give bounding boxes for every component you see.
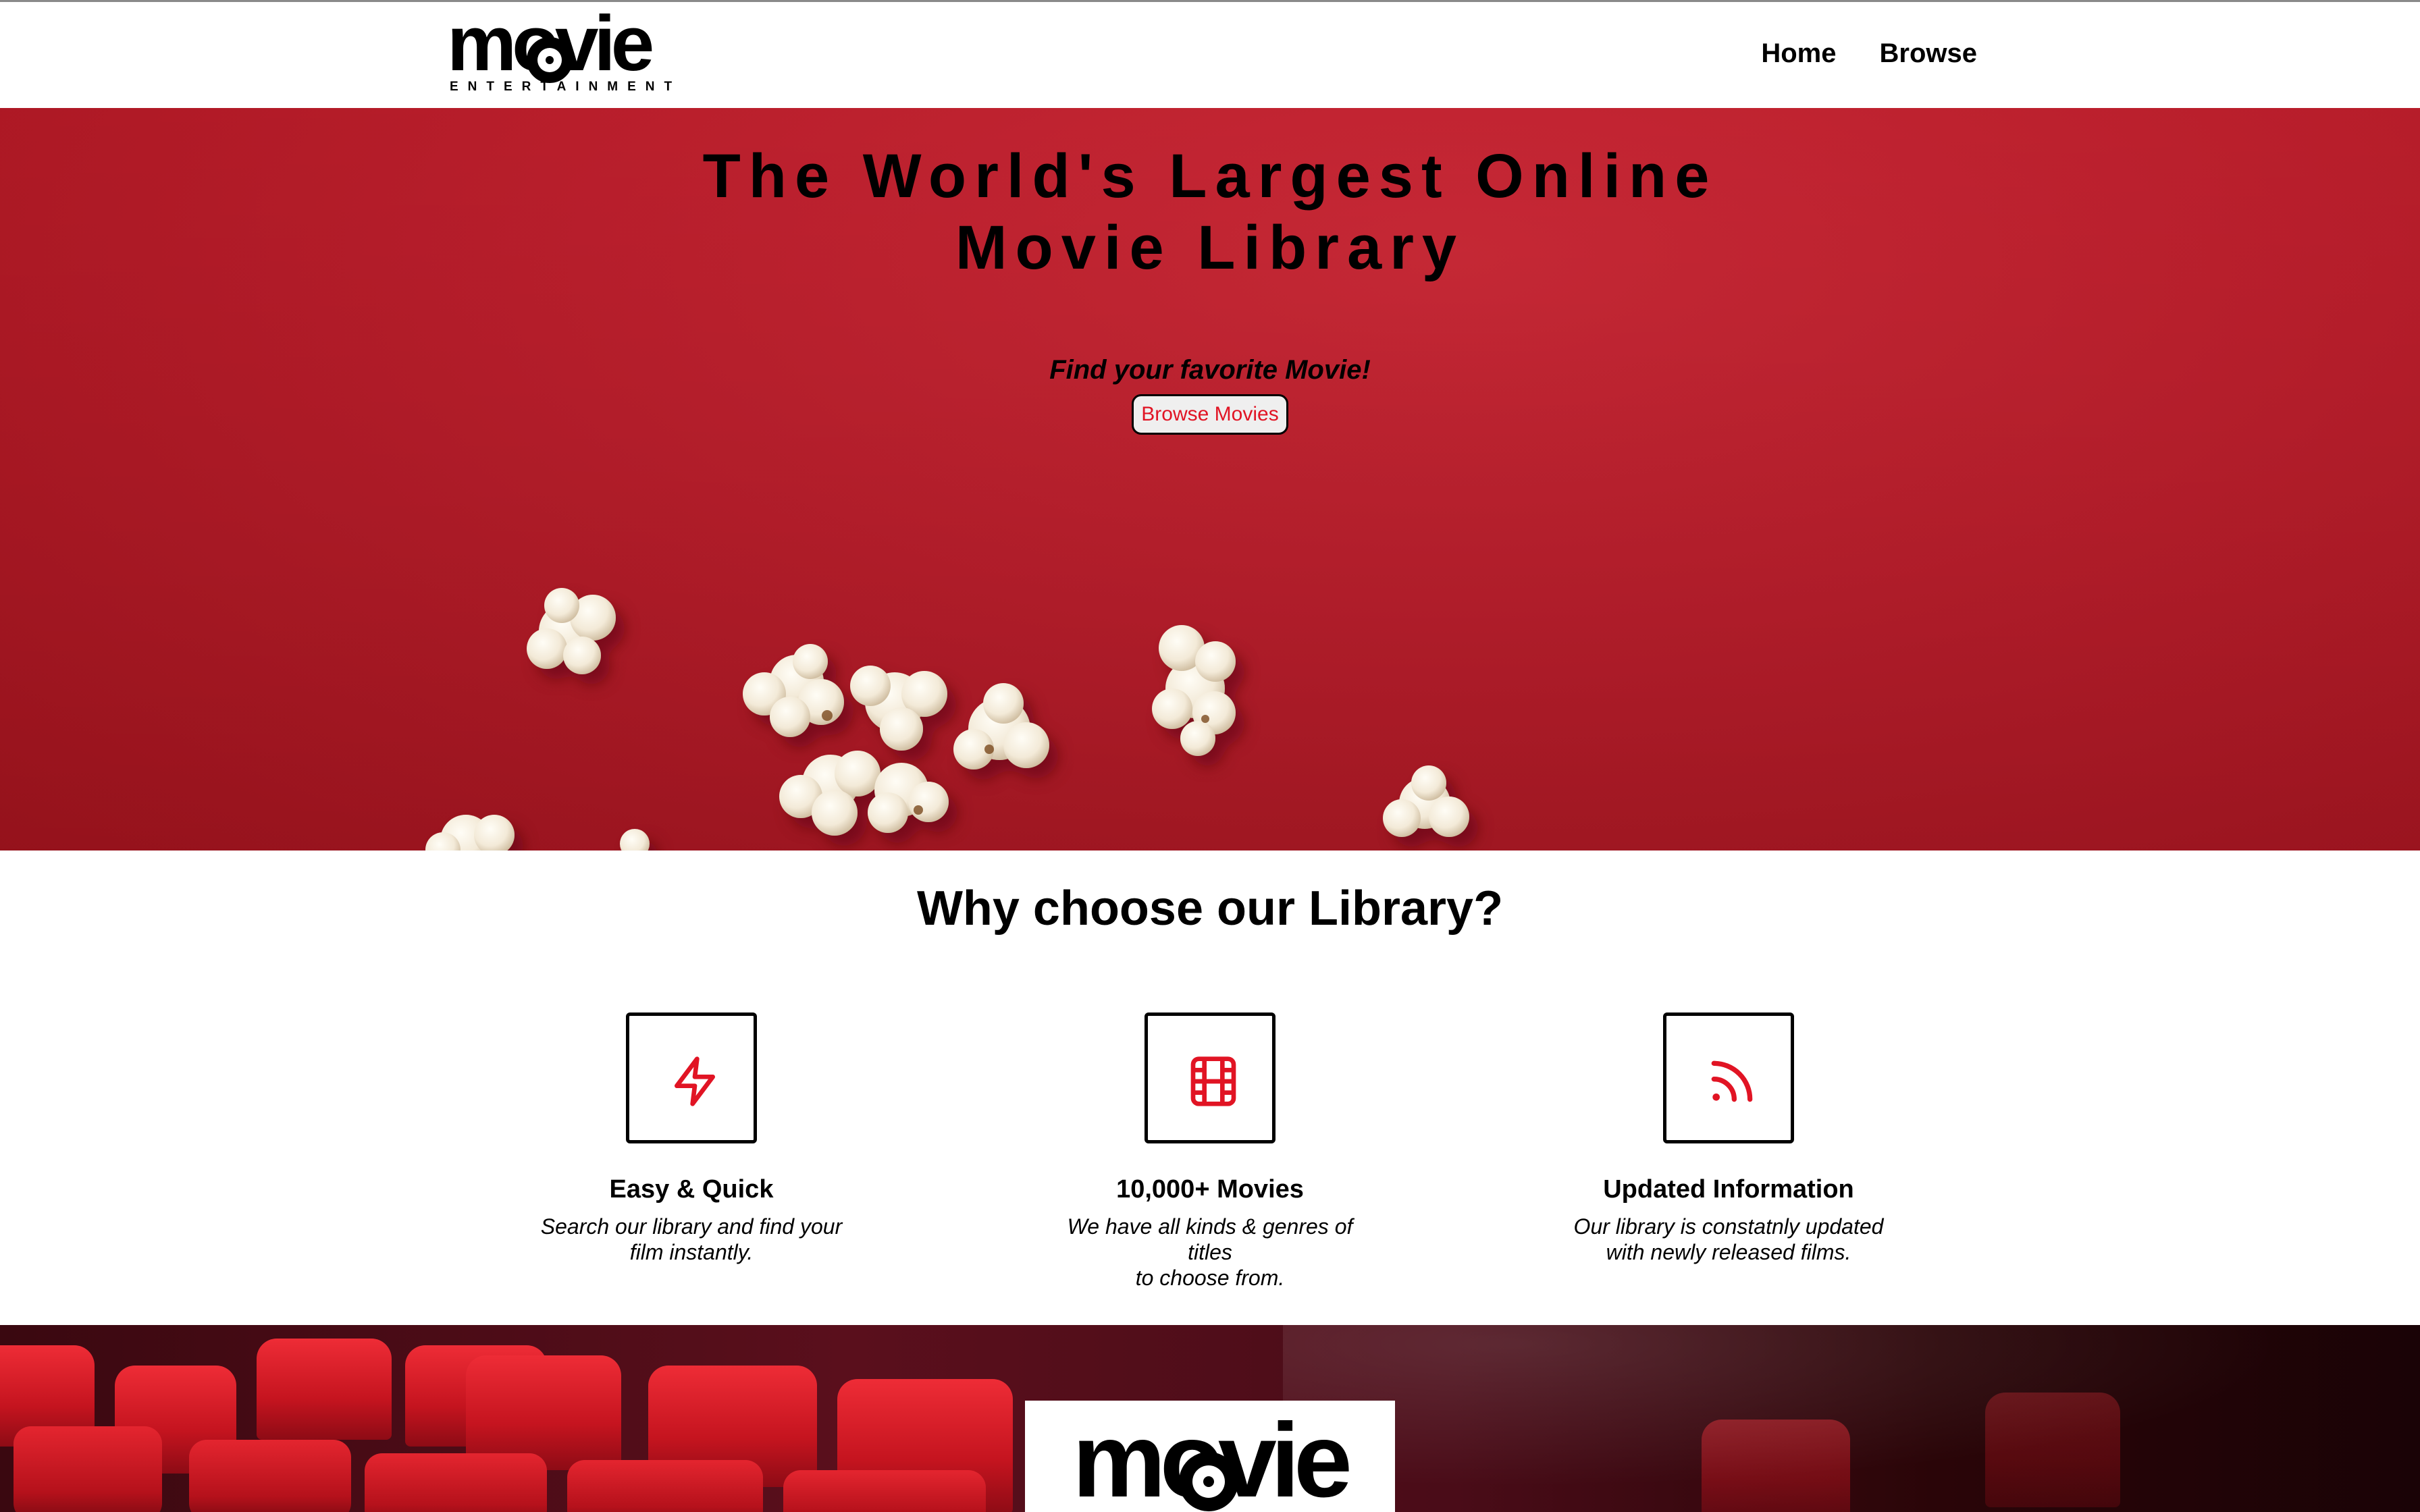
feature-description-line-1: Our library is constatnly updated: [1573, 1214, 1884, 1239]
page: movie ENTERTAINMENT Home Browse: [0, 0, 2420, 1512]
feature-easy-quick: Easy & Quick Search our library and find…: [516, 1013, 867, 1265]
hero-section: The World's Largest Online Movie Library…: [0, 108, 2420, 850]
feature-movies-count: 10,000+ Movies We have all kinds & genre…: [1034, 1013, 1386, 1291]
feature-title: 10,000+ Movies: [1116, 1175, 1304, 1204]
logo-tagline: ENTERTAINMENT: [450, 80, 682, 94]
banner-glow: [1283, 1325, 2420, 1512]
feature-icon-box: [1145, 1013, 1275, 1143]
feature-description-line-2: to choose from.: [1135, 1266, 1285, 1290]
feature-description: Our library is constatnly updated with n…: [1567, 1214, 1891, 1265]
hero-title: The World's Largest Online Movie Library: [0, 140, 2420, 284]
hero-tagline: Find your favorite Movie!: [1049, 355, 1371, 385]
footer-logo[interactable]: movie ENTERTAINMENT: [1072, 1408, 1386, 1512]
footer-logo-card: movie ENTERTAINMENT: [1025, 1401, 1395, 1512]
feature-updated-info: Updated Information Our library is const…: [1553, 1013, 1904, 1265]
features-section: Why choose our Library? Easy & Quick Sea…: [0, 850, 2420, 1325]
rss-icon: [1711, 1060, 1753, 1102]
feature-title: Easy & Quick: [609, 1175, 774, 1204]
nav-link-home[interactable]: Home: [1761, 37, 1836, 70]
feature-title: Updated Information: [1603, 1175, 1854, 1204]
site-logo[interactable]: movie ENTERTAINMENT: [447, 4, 682, 94]
feature-description-line-2: with newly released films.: [1606, 1240, 1851, 1264]
feature-description: Search our library and find your film in…: [529, 1214, 853, 1265]
feature-description-line-1: We have all kinds & genres of titles: [1067, 1214, 1353, 1264]
feature-icon-box: [626, 1013, 757, 1143]
hero-title-line-2: Movie Library: [955, 213, 1465, 282]
feature-description-line-1: Search our library and find your: [540, 1214, 843, 1239]
film-icon: [1190, 1056, 1236, 1106]
navbar: movie ENTERTAINMENT Home Browse: [0, 2, 2420, 108]
nav-link-browse[interactable]: Browse: [1880, 37, 1978, 70]
film-reel-icon: [1179, 1452, 1238, 1511]
feature-description-line-2: film instantly.: [629, 1240, 754, 1264]
film-reel-icon: [527, 37, 573, 83]
feature-description: We have all kinds & genres of titles to …: [1048, 1214, 1372, 1291]
hero-title-line-1: The World's Largest Online: [702, 142, 1718, 211]
cinema-banner: movie ENTERTAINMENT: [0, 1325, 2420, 1512]
lightning-icon: [675, 1056, 715, 1106]
features-title: Why choose our Library?: [916, 882, 1504, 936]
main-nav: Home Browse: [1761, 37, 1977, 70]
feature-icon-box: [1663, 1013, 1794, 1143]
browse-movies-button[interactable]: Browse Movies: [1132, 394, 1288, 435]
